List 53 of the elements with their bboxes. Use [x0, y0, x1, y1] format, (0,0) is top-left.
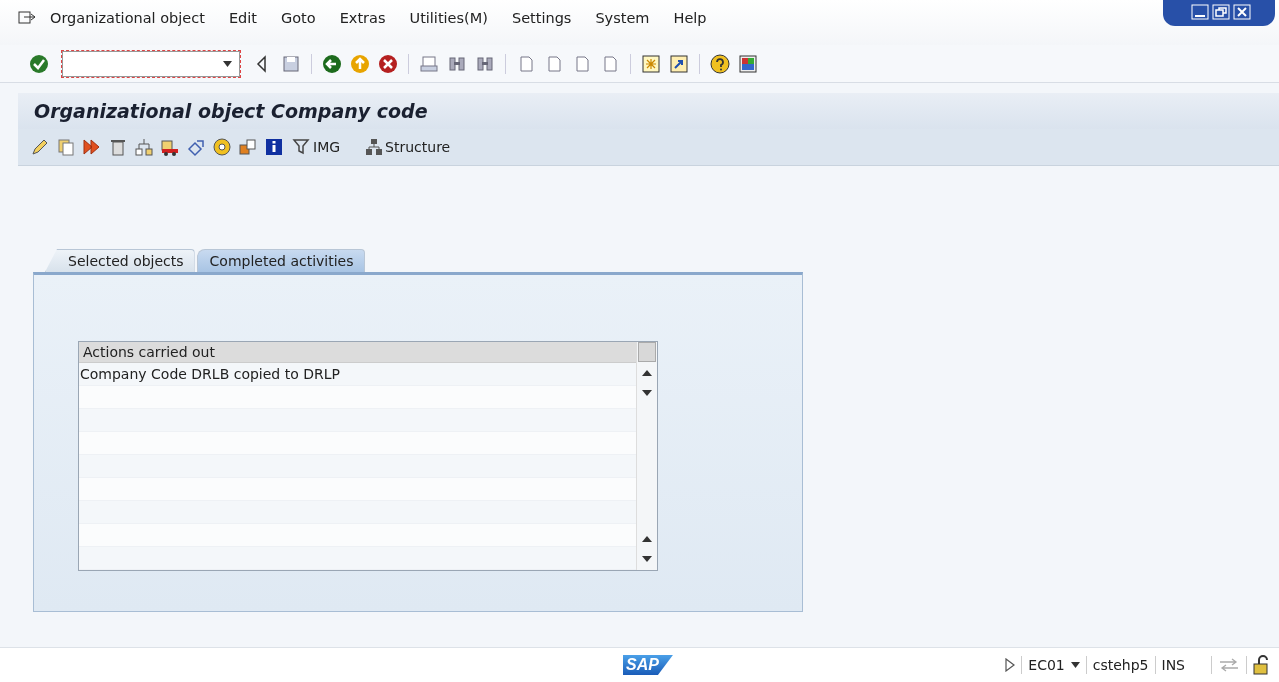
print-icon[interactable] — [419, 53, 439, 74]
tab[interactable]: Selected objects — [45, 249, 195, 272]
menu-item[interactable]: Help — [673, 10, 707, 26]
scroll-down-icon[interactable] — [642, 390, 652, 396]
info-icon[interactable] — [264, 137, 284, 157]
dropdown-caret-icon[interactable] — [223, 60, 232, 67]
server-name: cstehp5 — [1092, 657, 1149, 673]
expand-icon[interactable] — [1005, 658, 1016, 672]
menu-item[interactable]: Settings — [511, 10, 572, 26]
menu-item[interactable]: Goto — [281, 10, 316, 26]
layout-icon[interactable] — [738, 53, 758, 74]
save-icon[interactable] — [281, 53, 301, 74]
column-header[interactable]: Actions carried out — [79, 344, 215, 360]
dropdown-caret-icon[interactable] — [1070, 662, 1080, 668]
minimize-icon[interactable] — [1191, 4, 1209, 20]
menu-item[interactable]: Extras — [339, 10, 386, 26]
delete-icon[interactable] — [108, 137, 128, 157]
target-icon[interactable] — [212, 137, 232, 157]
menu-item[interactable]: Utilities(M) — [409, 10, 488, 26]
menu-icon[interactable] — [18, 10, 36, 26]
structure-icon — [364, 137, 385, 157]
close-icon[interactable] — [1233, 4, 1251, 20]
forward-icon[interactable] — [82, 137, 102, 157]
lock-icon[interactable] — [1253, 655, 1271, 675]
scroll-up-icon[interactable] — [642, 536, 652, 542]
filter-icon — [292, 137, 312, 157]
restore-icon[interactable] — [1212, 4, 1230, 20]
shortcut-icon[interactable] — [669, 53, 689, 74]
system-dropdown[interactable]: EC01 — [1028, 657, 1065, 673]
menu-item[interactable]: System — [595, 10, 650, 26]
screen-title: Organizational object Company code — [34, 100, 428, 122]
table-row[interactable]: Company Code DRLB copied to DRLP — [79, 363, 636, 386]
scrollbar[interactable] — [636, 342, 657, 570]
menu-item[interactable]: Organizational object — [50, 10, 205, 26]
pencil-icon[interactable] — [30, 137, 50, 157]
table-cell: Company Code DRLB copied to DRLP — [79, 366, 340, 382]
menu-item[interactable]: Edit — [228, 10, 257, 26]
structure-button[interactable]: Structure — [362, 137, 453, 157]
copy-icon[interactable] — [56, 137, 76, 157]
hierarchy-icon[interactable] — [134, 137, 154, 157]
cancel-icon[interactable] — [378, 53, 398, 74]
input-mode[interactable]: INS — [1161, 657, 1185, 673]
tab[interactable]: Completed activities — [196, 249, 365, 272]
check-icon[interactable] — [29, 53, 49, 74]
help-icon[interactable] — [710, 53, 730, 74]
scroll-down-icon[interactable] — [642, 556, 652, 562]
new-window-icon[interactable] — [641, 53, 661, 74]
sap-logo: SAP — [623, 655, 673, 675]
export-icon[interactable] — [238, 137, 258, 157]
scroll-up-icon[interactable] — [642, 370, 652, 376]
command-field[interactable] — [62, 50, 240, 77]
img-button[interactable]: IMG — [290, 137, 343, 157]
truck-icon[interactable] — [160, 137, 180, 157]
